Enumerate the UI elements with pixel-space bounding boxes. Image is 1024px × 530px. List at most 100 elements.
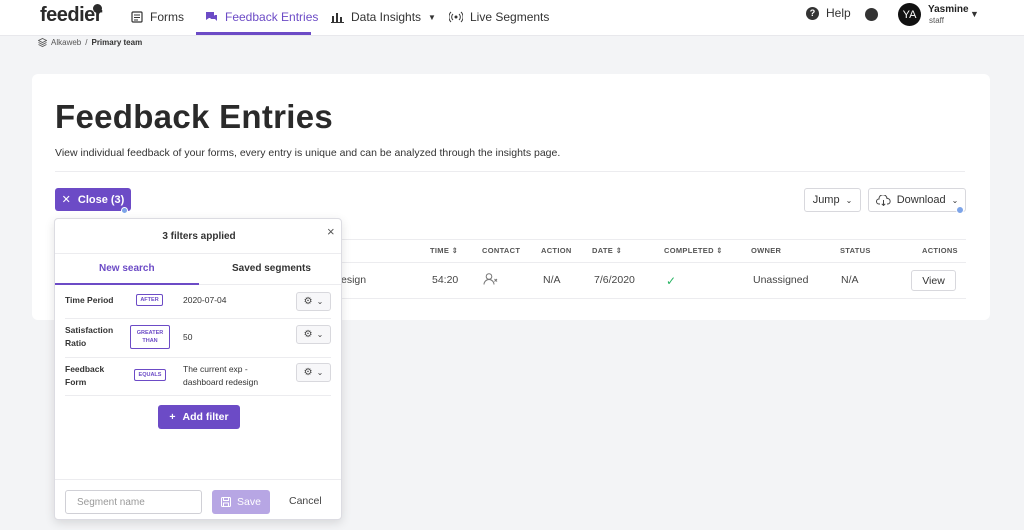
jump-label: Jump	[812, 194, 840, 206]
divider	[55, 479, 341, 480]
filter-value[interactable]: 50	[183, 331, 192, 344]
page-title: Feedback Entries	[55, 98, 334, 135]
chevron-down-icon: ⌄	[316, 297, 324, 306]
cloud-download-icon	[875, 194, 891, 206]
filter-panel: 3 filters applied × New search Saved seg…	[54, 218, 342, 520]
filter-settings-button[interactable]: ⚙ ⌄	[296, 292, 331, 311]
cancel-button[interactable]: Cancel	[289, 495, 322, 507]
header-divider	[341, 262, 966, 263]
filter-label: Time Period	[65, 295, 114, 305]
gear-icon: ⚙	[303, 296, 313, 307]
gear-icon: ⚙	[303, 329, 313, 340]
divider	[65, 395, 331, 396]
top-navigation: feedier Forms Feedback Entries Data Insi…	[0, 0, 1024, 36]
broadcast-icon	[449, 11, 463, 23]
gear-icon: ⚙	[303, 367, 313, 378]
close-icon[interactable]: ×	[327, 224, 335, 239]
user-unknown-icon	[483, 273, 498, 285]
filter-panel-title: 3 filters applied	[162, 231, 236, 242]
chevron-down-icon: ⌄	[845, 195, 853, 205]
user-role: staff	[929, 16, 944, 25]
divider	[199, 284, 341, 285]
tab-new-search[interactable]: New search	[99, 263, 155, 274]
chevron-down-icon: ⌄	[951, 195, 959, 205]
close-filters-button[interactable]: ✕ Close (3)	[55, 188, 131, 211]
cell-action: N/A	[543, 274, 561, 286]
filter-operator-badge[interactable]: EQUALS	[134, 369, 166, 381]
segment-name-input[interactable]	[65, 490, 202, 514]
breadcrumb-separator: /	[85, 38, 88, 47]
help-link[interactable]: ? Help	[806, 6, 851, 20]
breadcrumb-org[interactable]: Alkaweb	[51, 38, 81, 47]
download-label: Download	[896, 194, 946, 206]
help-label: Help	[826, 6, 851, 20]
add-filter-button[interactable]: + Add filter	[158, 405, 240, 429]
add-filter-label: Add filter	[182, 411, 229, 423]
nav-live-segments[interactable]: Live Segments	[449, 0, 549, 34]
bar-chart-icon	[331, 13, 344, 23]
divider	[65, 357, 331, 358]
cell-status: N/A	[841, 274, 859, 286]
view-button[interactable]: View	[911, 270, 956, 291]
list-icon	[131, 11, 143, 23]
header-action: ACTION	[541, 246, 572, 255]
header-contact: CONTACT	[482, 246, 521, 255]
header-owner: OWNER	[751, 246, 782, 255]
header-actions: ACTIONS	[922, 246, 958, 255]
jump-button[interactable]: Jump ⌄	[804, 188, 861, 212]
filter-indicator-dot	[121, 207, 128, 214]
floppy-disk-icon	[221, 497, 232, 507]
cell-form: esign	[341, 274, 367, 286]
check-icon: ✓	[666, 274, 677, 288]
chevron-down-icon: ⌄	[316, 368, 324, 377]
chat-icon	[206, 12, 217, 21]
filter-settings-button[interactable]: ⚙ ⌄	[296, 325, 331, 344]
save-label: Save	[237, 496, 261, 508]
nav-feedback-entries-label: Feedback Entries	[225, 10, 319, 24]
gauge-icon[interactable]	[865, 8, 878, 21]
page-description: View individual feedback of your forms, …	[55, 147, 561, 159]
filter-operator-badge[interactable]: GREATER THAN	[130, 325, 170, 349]
filter-settings-button[interactable]: ⚙ ⌄	[296, 363, 331, 382]
plus-icon: +	[169, 411, 176, 423]
header-date[interactable]: DATE ⇕	[592, 246, 622, 255]
question-icon: ?	[806, 6, 819, 20]
table-top-border	[341, 239, 966, 240]
chevron-down-icon: ⌄	[316, 330, 324, 339]
divider	[55, 253, 341, 254]
nav-data-insights-label: Data Insights	[351, 10, 422, 24]
nav-feedback-entries[interactable]: Feedback Entries	[205, 0, 318, 34]
close-filters-label: Close (3)	[77, 193, 125, 206]
divider	[55, 171, 965, 172]
header-status: STATUS	[840, 246, 871, 255]
chevron-down-icon: ▼	[428, 12, 436, 22]
download-button[interactable]: Download ⌄	[868, 188, 966, 212]
filter-operator-badge[interactable]: AFTER	[136, 294, 163, 306]
save-segment-button[interactable]: Save	[212, 490, 270, 514]
cell-date: 7/6/2020	[594, 274, 635, 286]
layers-icon	[38, 38, 47, 47]
user-name: Yasmine	[928, 4, 969, 15]
tab-saved-segments[interactable]: Saved segments	[232, 263, 311, 274]
close-icon: ✕	[61, 194, 71, 206]
filter-value[interactable]: 2020-07-04	[183, 294, 226, 307]
cell-time: 54:20	[432, 274, 459, 286]
filter-label: Feedback Form	[65, 364, 105, 387]
nav-forms[interactable]: Forms	[131, 0, 184, 34]
filter-value[interactable]: The current exp - dashboard redesign	[183, 363, 273, 389]
cell-owner: Unassigned	[753, 274, 809, 286]
divider	[65, 318, 331, 319]
nav-data-insights[interactable]: Data Insights ▼	[331, 0, 436, 34]
filter-label: Satisfaction Ratio	[65, 325, 114, 348]
user-menu-caret-icon[interactable]: ▼	[970, 9, 979, 19]
download-indicator-dot	[956, 206, 964, 214]
row-divider	[341, 298, 966, 299]
logo-bubble-icon	[93, 4, 102, 13]
header-time[interactable]: TIME ⇕	[430, 246, 458, 255]
avatar[interactable]: YA	[898, 3, 921, 26]
active-nav-indicator	[196, 32, 311, 35]
breadcrumb-team: Primary team	[91, 38, 143, 47]
header-completed[interactable]: COMPLETED ⇕	[664, 246, 723, 255]
nav-live-segments-label: Live Segments	[470, 10, 550, 24]
breadcrumb: Alkaweb / Primary team	[38, 38, 142, 47]
